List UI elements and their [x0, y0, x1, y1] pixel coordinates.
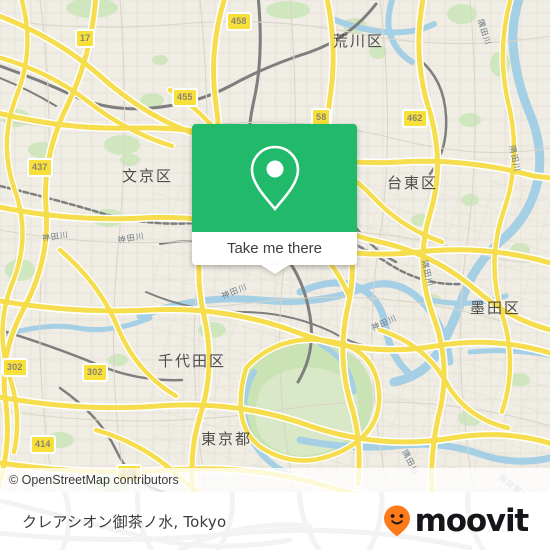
card-pointer-tail — [260, 265, 289, 274]
road-shield: 437 — [27, 158, 53, 177]
moovit-logo[interactable]: moovit — [382, 502, 530, 539]
place-label: 文京区 — [122, 167, 174, 185]
card-action-area[interactable]: Take me there — [192, 232, 357, 274]
road-shield: 414 — [30, 435, 56, 454]
road-shield: 17 — [75, 29, 96, 48]
attribution-text: © OpenStreetMap contributors — [9, 473, 179, 487]
take-me-there-label: Take me there — [226, 240, 323, 257]
map-pin-icon — [250, 145, 299, 212]
road-shield: 302 — [2, 358, 28, 377]
place-label: 墨田区 — [470, 299, 522, 317]
road-shield: 302 — [82, 363, 108, 382]
road-shield: 458 — [226, 12, 252, 31]
place-label: 東京都 — [201, 430, 253, 448]
road-shield: 462 — [402, 109, 428, 128]
moovit-wordmark: moovit — [414, 502, 530, 539]
map-attribution[interactable]: © OpenStreetMap contributors — [0, 468, 550, 492]
place-title: クレアシオン御茶ノ水, Tokyo — [22, 512, 227, 531]
moovit-smiley-pin-icon — [383, 505, 410, 537]
take-me-there-card[interactable]: Take me there — [192, 124, 357, 274]
footer-bar: クレアシオン御茶ノ水, Tokyo moovit — [0, 492, 550, 550]
place-label: 荒川区 — [333, 32, 385, 50]
road-shield: 455 — [172, 88, 198, 107]
moovit-place-card: 1745845558462437302302414246 荒川区文京区台東区墨田… — [0, 0, 550, 550]
place-label: 台東区 — [387, 174, 439, 192]
place-label: 千代田区 — [158, 352, 227, 370]
card-icon-area — [192, 124, 357, 232]
